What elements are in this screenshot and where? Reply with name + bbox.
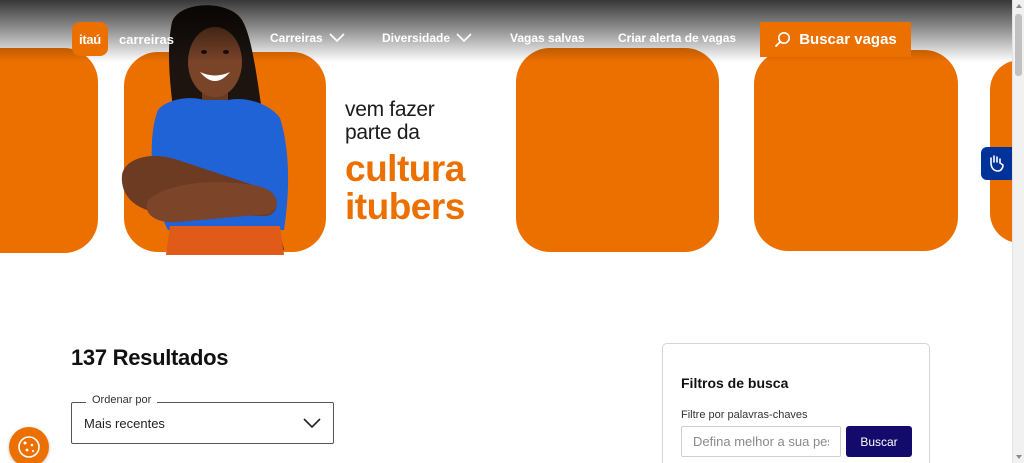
keyword-filter-label: Filtre por palavras-chaves [681, 409, 808, 421]
cookie-settings-button[interactable] [9, 427, 49, 463]
keyword-search-button[interactable]: Buscar [846, 426, 912, 457]
scroll-thumb[interactable] [1015, 14, 1022, 76]
hero-line-2: parte da [345, 121, 420, 144]
hero-highlight-2: itubers [345, 186, 465, 227]
sign-language-icon [989, 154, 1004, 172]
keyword-input[interactable] [681, 426, 841, 457]
filters-title: Filtros de busca [681, 375, 789, 391]
page-scrollbar[interactable] [1012, 0, 1024, 463]
nav-item-vagas-salvas[interactable]: Vagas salvas [510, 31, 585, 45]
scroll-down-arrow[interactable] [1016, 455, 1022, 459]
nav-label: Vagas salvas [510, 31, 585, 45]
magnifier-icon [775, 32, 791, 48]
sort-select[interactable]: Ordenar por Mais recentes [71, 394, 334, 444]
hero-line-1: vem fazer [345, 98, 435, 121]
search-filters-panel: Filtros de busca Filtre por palavras-cha… [662, 343, 930, 463]
hero-tile [516, 48, 719, 252]
chevron-down-icon [303, 418, 321, 429]
itau-logo[interactable]: itaú [72, 22, 108, 56]
scroll-up-arrow[interactable] [1016, 4, 1022, 8]
nav-item-criar-alerta[interactable]: Criar alerta de vagas [618, 31, 736, 45]
nav-label: Carreiras [270, 31, 323, 45]
search-jobs-label: Buscar vagas [799, 31, 897, 48]
results-count-title: 137 Resultados [71, 345, 229, 370]
hero-tagline: vem fazer parte da cultura itubers [345, 98, 465, 226]
nav-item-carreiras[interactable]: Carreiras [270, 31, 345, 45]
sort-label: Ordenar por [86, 394, 158, 406]
chevron-down-icon [456, 33, 472, 43]
cookie-icon [18, 436, 40, 458]
accessibility-widget[interactable] [981, 147, 1012, 180]
search-jobs-button[interactable]: Buscar vagas [760, 22, 911, 57]
chevron-down-icon [329, 33, 345, 43]
sort-selected-value: Mais recentes [84, 416, 165, 431]
nav-item-diversidade[interactable]: Diversidade [382, 31, 472, 45]
nav-label: Diversidade [382, 31, 451, 45]
hero-tile [0, 48, 98, 253]
brand-suffix[interactable]: carreiras [119, 32, 174, 47]
hero-tile [754, 50, 958, 251]
hero-highlight-1: cultura [345, 148, 465, 189]
nav-label: Criar alerta de vagas [618, 31, 737, 45]
